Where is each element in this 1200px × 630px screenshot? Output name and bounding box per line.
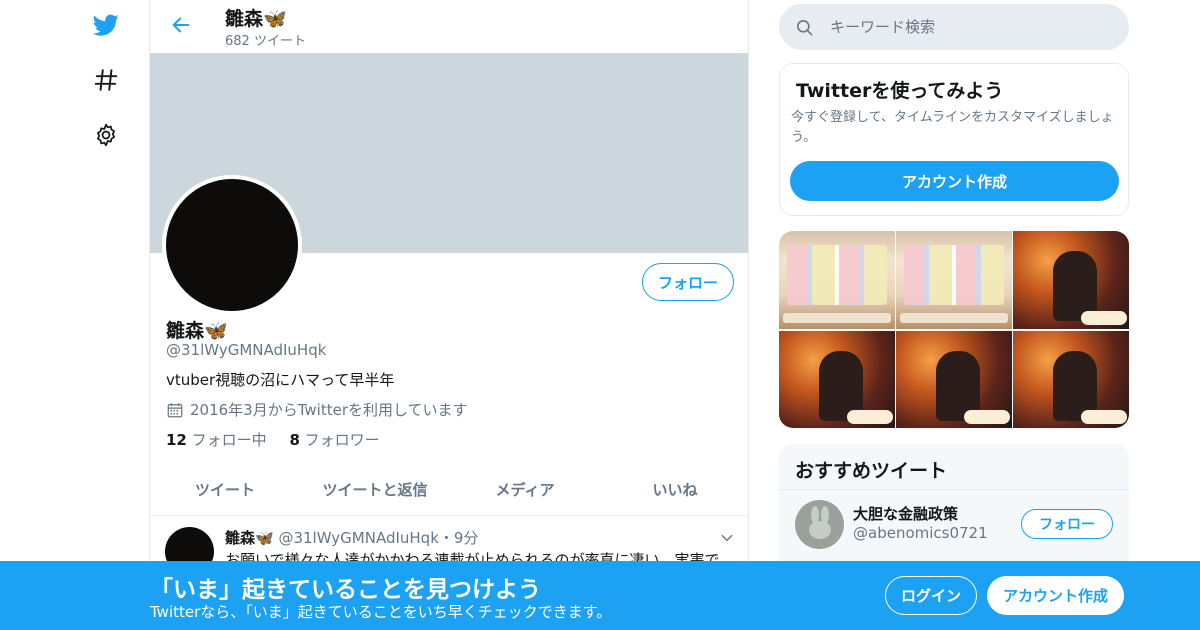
media-thumbnail[interactable]: [779, 231, 895, 329]
joined-text: 2016年3月からTwitterを利用しています: [190, 401, 468, 419]
profile-bio: vtuber視聴の沼にハマって早半年: [166, 371, 395, 389]
search-input[interactable]: [830, 18, 1110, 36]
media-thumbnail[interactable]: [896, 231, 1012, 329]
search-box[interactable]: [779, 4, 1129, 50]
recommended-user-handle: @abenomics0721: [853, 524, 988, 542]
explore-link[interactable]: [86, 62, 126, 102]
follow-button[interactable]: フォロー: [642, 263, 734, 301]
tweet-menu-button[interactable]: [717, 529, 737, 549]
profile-joined-date: 2016年3月からTwitterを利用しています: [166, 399, 468, 420]
recommended-user-name[interactable]: 大胆な金融政策: [853, 503, 958, 524]
bottom-bar-title: 「いま」起きていることを見つけよう: [150, 577, 541, 603]
signup-card-title: Twitterを使ってみよう: [796, 80, 1004, 102]
twitter-bird-icon: [91, 12, 121, 42]
tweet-author-name[interactable]: 雛森🦋: [225, 529, 274, 547]
profile-handle: @31lWyGMNAdIuHqk: [166, 341, 327, 359]
following-link[interactable]: 12 フォロー中: [166, 431, 267, 449]
profile-tabs: ツイート ツイートと返信 メディア いいね: [150, 463, 748, 516]
following-label: フォロー中: [191, 431, 267, 449]
profile-header-bar: 雛森🦋 682 ツイート: [150, 0, 748, 53]
media-thumbnail[interactable]: [1013, 331, 1129, 428]
tab-media[interactable]: メディア: [450, 463, 600, 515]
tab-tweets[interactable]: ツイート: [150, 463, 300, 515]
back-button[interactable]: [166, 12, 196, 42]
following-count: 12: [166, 431, 187, 449]
arrow-left-icon: [170, 14, 192, 40]
profile-column: 雛森🦋 682 ツイート フォロー 雛森🦋 @31lWyGMNAdIuHqk v…: [149, 0, 749, 630]
signup-card-description: 今すぐ登録して、タイムラインをカスタマイズしましょう。: [791, 110, 1114, 145]
rabbit-icon: [805, 505, 835, 544]
chevron-down-icon: [720, 530, 734, 549]
calendar-icon: [166, 401, 184, 419]
header-profile-name: 雛森🦋: [225, 8, 287, 30]
settings-link[interactable]: [86, 117, 126, 157]
profile-name: 雛森🦋: [166, 320, 228, 342]
login-button[interactable]: ログイン: [885, 576, 977, 615]
search-icon: [795, 18, 814, 37]
media-thumbnail[interactable]: [1013, 231, 1129, 329]
twitter-home-link[interactable]: [86, 7, 126, 47]
create-account-button[interactable]: アカウント作成: [790, 161, 1119, 201]
media-grid: [779, 231, 1129, 428]
tweet-header: 雛森🦋 @31lWyGMNAdIuHqk・9分: [225, 527, 478, 548]
recommended-follow-button[interactable]: フォロー: [1021, 509, 1113, 539]
followers-count: 8: [289, 431, 300, 449]
followers-link[interactable]: 8 フォロワー: [289, 431, 379, 449]
media-thumbnail[interactable]: [896, 331, 1012, 428]
gear-icon: [93, 122, 119, 152]
bottom-bar-subtitle: Twitterなら、「いま」起きていることをいち早くチェックできます。: [150, 603, 612, 621]
left-nav: [0, 0, 150, 630]
recommended-user-avatar[interactable]: [795, 500, 844, 549]
bottom-create-account-button[interactable]: アカウント作成: [987, 576, 1124, 615]
hashtag-icon: [93, 67, 119, 97]
followers-label: フォロワー: [304, 431, 380, 449]
tweet-author-handle-time: @31lWyGMNAdIuHqk・9分: [278, 529, 479, 547]
media-thumbnail[interactable]: [779, 331, 895, 428]
signup-card: Twitterを使ってみよう 今すぐ登録して、タイムラインをカスタマイズしましょ…: [779, 63, 1129, 216]
profile-avatar[interactable]: [162, 175, 302, 315]
tab-likes[interactable]: いいね: [600, 463, 748, 515]
tab-tweets-replies[interactable]: ツイートと返信: [300, 463, 450, 515]
divider: [779, 489, 1129, 490]
header-tweet-count: 682 ツイート: [225, 34, 306, 49]
recommended-title: おすすめツイート: [795, 460, 948, 482]
profile-stats: 12 フォロー中 8 フォロワー: [166, 429, 398, 450]
bottom-signup-bar: 「いま」起きていることを見つけよう Twitterなら、「いま」起きていることを…: [0, 561, 1200, 630]
